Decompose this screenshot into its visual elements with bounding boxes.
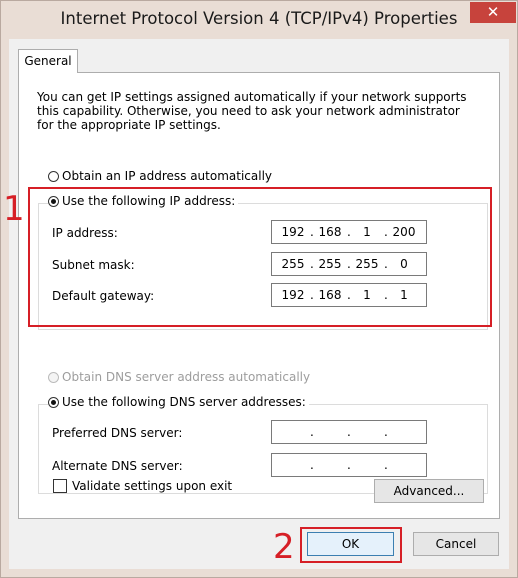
- preferred-dns-label: Preferred DNS server:: [52, 426, 183, 440]
- cancel-button[interactable]: Cancel: [413, 532, 499, 556]
- octet-separator: .: [384, 425, 388, 439]
- close-icon: ✕: [486, 3, 500, 21]
- validate-checkbox[interactable]: [53, 479, 67, 493]
- step2-highlight-box: [300, 527, 402, 563]
- obtain-ip-auto-radio[interactable]: Obtain an IP address automatically: [48, 169, 276, 183]
- use-following-dns-label: Use the following DNS server addresses:: [62, 395, 306, 409]
- window-title: Internet Protocol Version 4 (TCP/IPv4) P…: [60, 9, 458, 28]
- obtain-dns-auto-label: Obtain DNS server address automatically: [62, 370, 311, 384]
- octet-separator: .: [310, 425, 314, 439]
- obtain-ip-auto-label: Obtain an IP address automatically: [62, 169, 273, 183]
- intro-text: You can get IP settings assigned automat…: [37, 90, 467, 132]
- radio-selected-icon: [48, 396, 59, 408]
- tab-general[interactable]: General: [18, 49, 78, 73]
- octet-separator: .: [347, 458, 351, 472]
- close-button[interactable]: ✕: [470, 2, 516, 23]
- radio-disabled-icon: [48, 371, 59, 383]
- octet-separator: .: [310, 458, 314, 472]
- octet-separator: .: [384, 458, 388, 472]
- title-bar[interactable]: Internet Protocol Version 4 (TCP/IPv4) P…: [1, 1, 517, 39]
- preferred-dns-input[interactable]: . . .: [271, 420, 427, 444]
- radio-icon: [48, 170, 59, 182]
- alternate-dns-label: Alternate DNS server:: [52, 459, 183, 473]
- use-following-dns-radio[interactable]: Use the following DNS server addresses:: [48, 395, 309, 409]
- octet-separator: .: [347, 425, 351, 439]
- advanced-button[interactable]: Advanced...: [374, 479, 484, 503]
- validate-label: Validate settings upon exit: [72, 479, 233, 493]
- obtain-dns-auto-radio[interactable]: Obtain DNS server address automatically: [48, 370, 314, 384]
- step1-number: 1: [3, 189, 25, 229]
- step1-highlight-box: [28, 187, 492, 327]
- alternate-dns-input[interactable]: . . .: [271, 453, 427, 477]
- step2-number: 2: [273, 527, 295, 567]
